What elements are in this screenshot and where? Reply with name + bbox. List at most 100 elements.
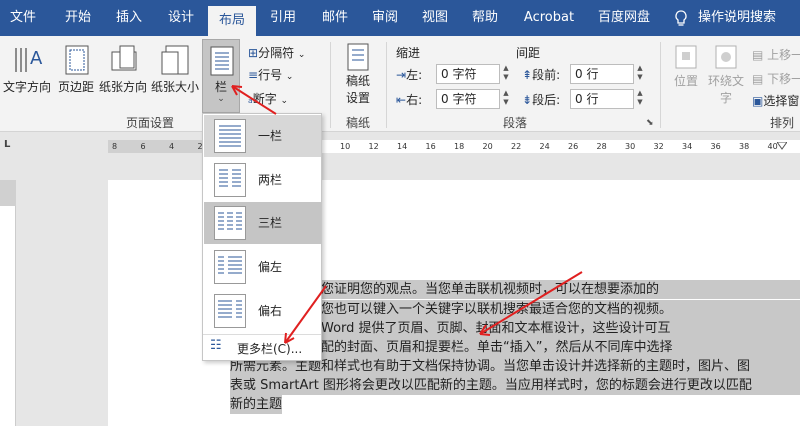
indent-left-icon: ⇥ <box>396 68 407 82</box>
ruler-number: 16 <box>425 142 436 151</box>
columns-option-two[interactable]: 两栏 <box>204 159 321 201</box>
ruler-number: 4 <box>169 142 175 151</box>
columns-option-label: 偏右 <box>258 304 283 318</box>
group-divider <box>330 42 331 128</box>
tab-file[interactable]: 文件 <box>0 0 46 36</box>
columns-option-three[interactable]: 三栏 <box>204 202 321 244</box>
right-column-icon <box>214 294 246 328</box>
spacing-before-field[interactable]: 0 行 <box>570 64 634 84</box>
columns-option-label: 三栏 <box>258 216 283 230</box>
columns-option-left[interactable]: 偏左 <box>204 246 321 288</box>
text-direction-button[interactable]: A 文字方向 <box>2 42 52 95</box>
indent-right-label: ⇤右: <box>396 93 423 107</box>
svg-text:A: A <box>30 48 43 69</box>
line-numbers-icon: ≡ <box>248 68 259 82</box>
tab-references[interactable]: 引用 <box>260 0 306 36</box>
line-numbers-button[interactable]: ≡行号 ⌄ <box>248 66 293 83</box>
group-divider <box>386 42 387 128</box>
tab-insert[interactable]: 插入 <box>106 0 152 36</box>
position-button[interactable]: 位置 <box>666 42 706 89</box>
tab-baidu-netdisk[interactable]: 百度网盘 <box>590 0 658 36</box>
tell-me-search[interactable]: 操作说明搜索 <box>698 0 798 36</box>
indent-left-spinner[interactable]: ▲ ▼ <box>500 64 512 84</box>
page-setup-group-label: 页面设置 <box>125 116 174 130</box>
send-backward-button[interactable]: ▤ 下移一 <box>752 70 800 87</box>
manuscript-label-line1: 稿纸 <box>345 74 370 88</box>
indent-right-spinner[interactable]: ▲ ▼ <box>500 89 512 109</box>
send-backward-icon: ▤ <box>752 72 764 86</box>
line-numbers-label: 行号 <box>258 68 283 82</box>
menu-divider <box>203 334 321 335</box>
arrange-group-label: 排列 <box>769 116 794 130</box>
columns-option-right[interactable]: 偏右 <box>204 290 321 332</box>
wrap-text-label-line1: 环绕文 <box>707 74 744 88</box>
chevron-down-icon: ⌄ <box>217 94 225 104</box>
manuscript-label-line2: 设置 <box>345 91 370 105</box>
spacing-before-label: ⇞段前: <box>522 68 561 82</box>
chevron-down-icon: ⌄ <box>297 50 306 60</box>
two-columns-icon <box>214 163 246 197</box>
more-columns-icon: ☷ <box>210 338 222 353</box>
manuscript-icon <box>347 43 369 71</box>
wrap-text-button[interactable]: 环绕文 字 <box>706 42 746 106</box>
tab-acrobat[interactable]: Acrobat <box>516 0 582 36</box>
manuscript-settings-button[interactable]: 稿纸 设置 <box>338 42 378 106</box>
spacing-title: 间距 <box>516 46 541 60</box>
spacing-after-spinner[interactable]: ▲ ▼ <box>634 89 646 109</box>
dialog-launcher-icon[interactable]: ⬊ <box>646 118 654 128</box>
ruler-number: 14 <box>397 142 408 151</box>
wrap-text-icon <box>715 45 737 69</box>
ruler-number: 22 <box>511 142 522 151</box>
text-direction-icon: A <box>15 48 43 72</box>
indent-right-field[interactable]: 0 字符 <box>436 89 500 109</box>
breaks-button[interactable]: ⊞分隔符 ⌄ <box>248 44 305 61</box>
tab-selector-icon[interactable]: L <box>4 139 10 150</box>
ribbon-panel: A 文字方向 页边距 纸张方向 纸张大小 栏 ⌄ ⊞分隔符 ⌄ ≡行号 ⌄ ₐ断… <box>0 36 800 132</box>
more-columns-label: 更多栏(C)... <box>237 342 303 356</box>
columns-option-one[interactable]: 一栏 <box>204 115 321 157</box>
columns-option-label: 两栏 <box>258 173 283 187</box>
ruler-number: 38 <box>739 142 750 151</box>
text-direction-label: 文字方向 <box>2 80 51 94</box>
tab-view[interactable]: 视图 <box>412 0 458 36</box>
columns-dropdown-menu: 一栏 两栏 三栏 偏左 偏右 ☷ 更多栏(C)... <box>202 113 322 361</box>
left-column-icon <box>214 250 246 284</box>
columns-button[interactable]: 栏 ⌄ <box>202 39 240 113</box>
spacing-after-icon: ⇟ <box>522 93 533 107</box>
more-columns-button[interactable]: ☷ 更多栏(C)... <box>204 336 321 360</box>
orientation-button[interactable]: 纸张方向 <box>98 42 148 95</box>
bring-forward-icon: ▤ <box>752 48 764 62</box>
ruler-number: 12 <box>368 142 379 151</box>
tab-mailings[interactable]: 邮件 <box>312 0 358 36</box>
selection-pane-icon: ▣ <box>752 94 764 108</box>
three-columns-icon <box>214 206 246 240</box>
tab-help[interactable]: 帮助 <box>462 0 508 36</box>
ruler-number: 34 <box>682 142 693 151</box>
selection-pane-button[interactable]: ▣选择窗 <box>752 92 799 109</box>
spacing-after-field[interactable]: 0 行 <box>570 89 634 109</box>
spacing-before-spinner[interactable]: ▲ ▼ <box>634 64 646 84</box>
ruler-number: 6 <box>140 142 146 151</box>
indent-marker-icon[interactable] <box>776 139 788 150</box>
tab-design[interactable]: 设计 <box>158 0 204 36</box>
indent-left-field[interactable]: 0 字符 <box>436 64 500 84</box>
vertical-ruler[interactable] <box>0 180 16 426</box>
tab-layout[interactable]: 布局 <box>208 6 256 36</box>
wrap-text-label-line2: 字 <box>719 91 732 105</box>
group-divider <box>660 42 661 128</box>
manuscript-group-label: 稿纸 <box>345 116 370 130</box>
margins-button[interactable]: 页边距 <box>54 42 98 95</box>
ruler-number: 8 <box>112 142 118 151</box>
document-text-line[interactable]: 新的主题。 <box>230 395 282 414</box>
margins-icon <box>65 45 89 75</box>
hyphenation-button[interactable]: ₐ断字 ⌄ <box>248 90 288 107</box>
bring-forward-button[interactable]: ▤ 上移一 <box>752 46 800 63</box>
tab-review[interactable]: 审阅 <box>362 0 408 36</box>
ruler-number: 10 <box>340 142 351 151</box>
tab-home[interactable]: 开始 <box>54 0 102 36</box>
page-size-button[interactable]: 纸张大小 <box>150 42 200 95</box>
ruler-number: 18 <box>454 142 465 151</box>
indent-right-icon: ⇤ <box>396 93 407 107</box>
hyphenation-label: 断字 <box>252 92 277 106</box>
document-text-line[interactable]: 表或 SmartArt 图形将会更改以匹配新的主题。当应用样式时，您的标题会进行… <box>230 376 800 395</box>
